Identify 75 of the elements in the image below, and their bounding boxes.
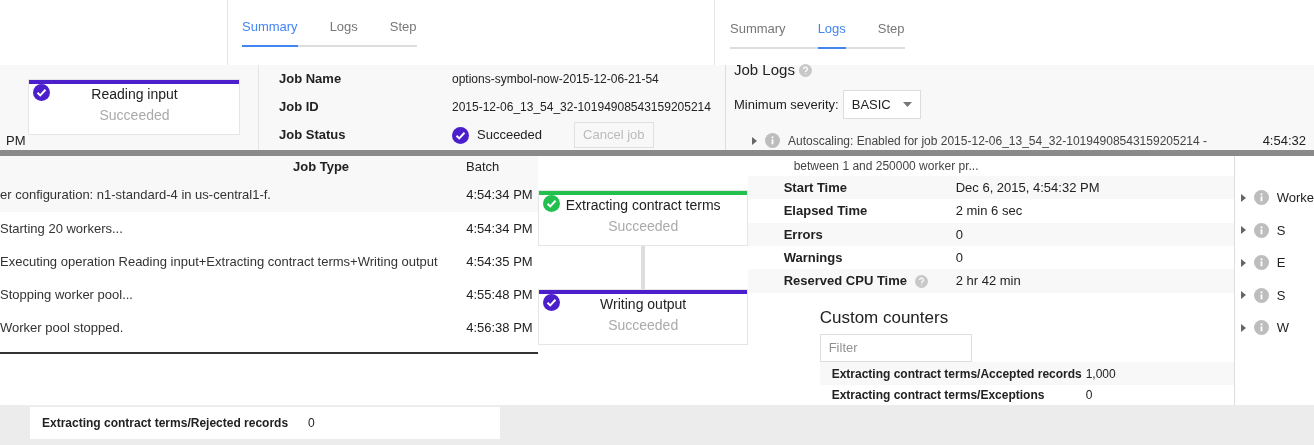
- stat-label: Reserved CPU Time: [783, 271, 956, 291]
- stat-value: 2 min 6 sec: [955, 202, 1023, 221]
- counter-value: 0: [308, 415, 315, 432]
- node-status: Succeeded: [99, 106, 170, 125]
- log-time: 4:56:38 PM: [465, 318, 534, 337]
- graph-node[interactable]: Extracting contract terms Succeeded: [537, 190, 748, 246]
- severity-dropdown[interactable]: BASIC: [842, 89, 921, 119]
- node-status: Succeeded: [608, 217, 679, 236]
- tab[interactable]: Step: [389, 17, 417, 47]
- tab[interactable]: Summary: [242, 17, 298, 47]
- log-message: Starting 20 workers...: [0, 219, 124, 238]
- log-time: 4:55:48 PM: [465, 285, 534, 304]
- info-icon: [1253, 287, 1269, 303]
- stat-value: 2 hr 42 min: [955, 272, 1021, 291]
- tab[interactable]: Logs: [817, 19, 846, 49]
- custom-counters-title: Custom counters: [818, 306, 950, 329]
- expand-caret-icon[interactable]: [1240, 226, 1246, 235]
- log-time: 4:54:32: [1262, 132, 1307, 150]
- field-value: Batch: [466, 158, 500, 177]
- time-fragment: PM: [6, 132, 27, 150]
- info-icon: [1253, 190, 1269, 206]
- log-message: between 1 and 250000 worker pr...: [792, 157, 980, 175]
- stat-value: 0: [955, 248, 963, 267]
- stat-value: 0: [955, 225, 963, 244]
- counter-name: Extracting contract terms/Rejected records: [42, 415, 290, 432]
- info-icon: [1253, 320, 1269, 336]
- log-message: er configuration: n1-standard-4 in us-central1-f.: [0, 186, 272, 205]
- log-message: S: [1276, 221, 1286, 240]
- stat-label: Errors: [783, 225, 824, 244]
- log-message: Executing operation Reading input+Extracting contract terms+Writing output: [0, 252, 438, 271]
- tab[interactable]: Logs: [329, 17, 358, 47]
- field-label: Job Type: [293, 158, 351, 177]
- status-text: Succeeded: [477, 126, 543, 145]
- log-message: E: [1276, 254, 1286, 272]
- info-icon: [1253, 222, 1269, 238]
- expand-caret-icon[interactable]: [1240, 291, 1246, 300]
- node-title: Writing output: [600, 295, 687, 314]
- tab[interactable]: Step: [877, 19, 905, 49]
- filter-field[interactable]: Filter: [819, 334, 972, 362]
- log-time: 4:54:35 PM: [465, 252, 534, 271]
- expand-caret-icon[interactable]: [1240, 258, 1246, 267]
- log-time: 4:54:34 PM: [465, 186, 534, 205]
- counter-value: 0: [1085, 387, 1093, 405]
- stat-label: Warnings: [783, 248, 844, 267]
- field-value: 2015-12-06_13_54_32-10194908543159205214: [452, 99, 711, 116]
- field-label: Job ID: [279, 98, 320, 117]
- job-logs-title: Job Logs: [734, 60, 795, 80]
- log-message: W: [1276, 319, 1289, 337]
- log-message: Stopping worker pool...: [0, 285, 134, 304]
- info-icon: [1253, 255, 1269, 271]
- stat-label: Elapsed Time: [783, 202, 869, 221]
- node-title: Extracting contract terms: [565, 196, 721, 215]
- node-status: Succeeded: [608, 316, 679, 335]
- severity-label: Minimum severity:: [734, 95, 839, 114]
- field-value: options-symbol-now-2015-12-06-21-54: [452, 71, 659, 88]
- stat-value: Dec 6, 2015, 4:54:32 PM: [955, 178, 1100, 197]
- graph-node[interactable]: Writing output Succeeded: [537, 289, 748, 345]
- graph-node[interactable]: Reading input Succeeded: [28, 79, 240, 135]
- expand-caret-icon[interactable]: [1240, 193, 1246, 202]
- counter-name: Extracting contract terms/Accepted records: [831, 365, 1083, 383]
- tab[interactable]: Summary: [730, 19, 786, 49]
- stat-label: Start Time: [783, 178, 848, 197]
- field-label: Job Name: [279, 70, 343, 89]
- expand-caret-icon[interactable]: [1240, 323, 1246, 332]
- counter-name: Extracting contract terms/Exceptions: [831, 387, 1046, 405]
- counter-value: 1,000: [1085, 365, 1116, 383]
- log-time: 4:54:34 PM: [465, 219, 534, 238]
- expand-caret-icon[interactable]: [752, 136, 757, 145]
- log-message: Autoscaling: Enabled for job 2015-12-06_13_54_32-10194908543159205214 -: [788, 132, 1207, 150]
- field-label: Job Status: [279, 126, 347, 145]
- log-message: Worke: [1276, 189, 1314, 207]
- node-title: Reading input: [91, 85, 178, 104]
- log-message: Worker pool stopped.: [0, 318, 125, 337]
- caret-down-icon: [902, 101, 912, 107]
- log-message: S: [1276, 286, 1286, 305]
